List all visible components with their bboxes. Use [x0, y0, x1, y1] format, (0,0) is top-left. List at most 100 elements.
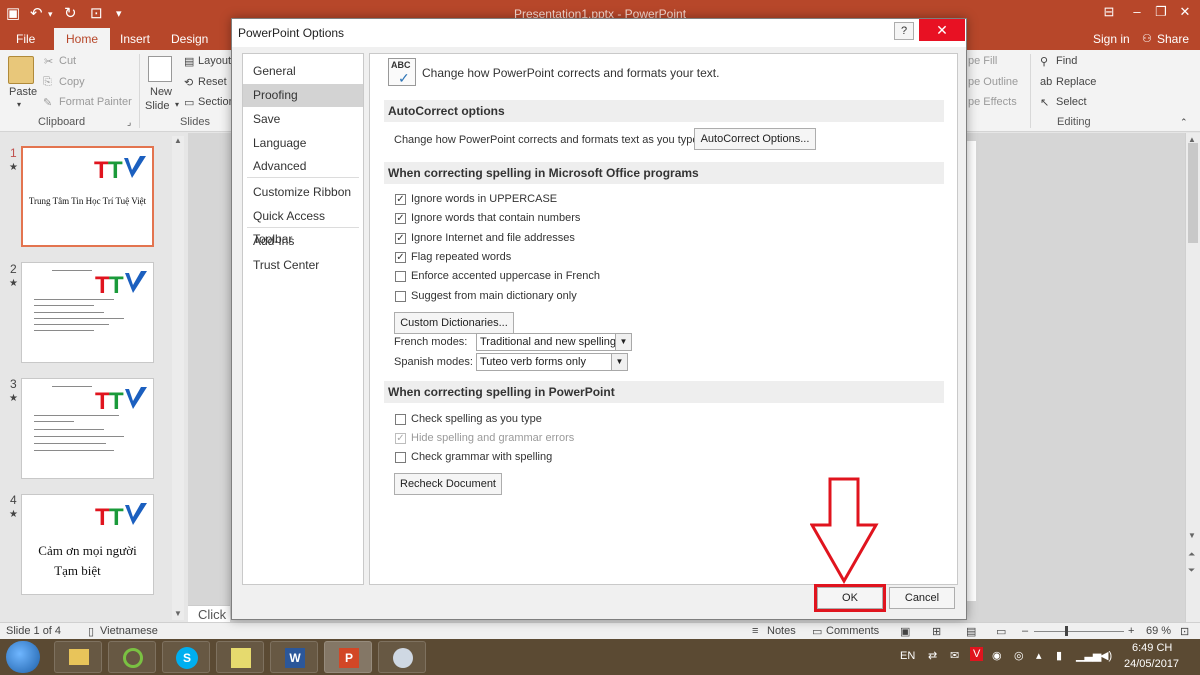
- zoom-slider-thumb[interactable]: [1065, 626, 1068, 636]
- format-painter-icon[interactable]: ✎: [43, 96, 52, 109]
- coccoc-browser-icon[interactable]: [108, 641, 156, 673]
- ignore-uppercase-label[interactable]: Ignore words in UPPERCASE: [411, 193, 557, 205]
- find-icon[interactable]: ⚲: [1040, 55, 1048, 68]
- zalo-icon[interactable]: ◉: [992, 649, 1002, 662]
- nav-advanced[interactable]: Advanced: [243, 155, 363, 178]
- share-icon[interactable]: ⚇: [1142, 32, 1152, 45]
- thumbnail-scrollbar[interactable]: ▲ ▼: [172, 136, 184, 620]
- slide-thumbnail-1[interactable]: T T Trung Tâm Tin Học Trí Tuệ Việt: [21, 146, 154, 247]
- start-button-icon[interactable]: [6, 641, 40, 673]
- clock-date[interactable]: 24/05/2017: [1124, 658, 1179, 670]
- shape-fill-button[interactable]: pe Fill: [968, 55, 997, 67]
- paste-dropdown-icon[interactable]: ▾: [17, 100, 21, 109]
- slideshow-icon[interactable]: ▭: [996, 625, 1006, 638]
- check-grammar-checkbox[interactable]: [395, 452, 406, 463]
- check-grammar-label[interactable]: Check grammar with spelling: [411, 451, 552, 463]
- copy-icon[interactable]: ⎘: [43, 76, 52, 89]
- explorer-icon[interactable]: [54, 641, 102, 673]
- shape-effects-button[interactable]: pe Effects: [968, 96, 1017, 108]
- spellcheck-icon[interactable]: ▯: [88, 625, 94, 638]
- comments-icon[interactable]: ▭: [812, 625, 822, 638]
- recheck-document-button[interactable]: Recheck Document: [394, 473, 502, 495]
- notes-button[interactable]: Notes: [767, 625, 796, 637]
- flag-repeated-checkbox[interactable]: ✓: [395, 252, 406, 263]
- new-slide-icon[interactable]: [148, 56, 172, 82]
- enforce-french-label[interactable]: Enforce accented uppercase in French: [411, 270, 600, 282]
- language-indicator[interactable]: Vietnamese: [100, 625, 158, 637]
- reading-view-icon[interactable]: ▤: [966, 625, 976, 638]
- sticky-notes-icon[interactable]: [216, 641, 264, 673]
- format-painter-button[interactable]: Format Painter: [59, 96, 132, 108]
- input-language[interactable]: EN: [900, 650, 915, 662]
- zoom-in-icon[interactable]: +: [1128, 625, 1134, 637]
- comments-button[interactable]: Comments: [826, 625, 879, 637]
- layout-button[interactable]: Layout: [198, 55, 231, 67]
- collapse-ribbon-icon[interactable]: ⌃: [1180, 117, 1188, 128]
- clock-time[interactable]: 6:49 CH: [1132, 642, 1172, 654]
- scroll-up-icon[interactable]: ▲: [172, 136, 184, 145]
- clipboard-launcher-icon[interactable]: ⌟: [127, 117, 131, 128]
- nav-save[interactable]: Save: [243, 108, 363, 131]
- new-slide-dropdown-icon[interactable]: ▾: [175, 100, 179, 109]
- fit-to-window-icon[interactable]: ⊡: [1180, 625, 1189, 638]
- cut-button[interactable]: Cut: [59, 55, 76, 67]
- volume-icon[interactable]: ◀): [1100, 649, 1112, 662]
- ignore-uppercase-checkbox[interactable]: ✓: [395, 194, 406, 205]
- layout-icon[interactable]: ▤: [184, 55, 194, 68]
- share-button[interactable]: Share: [1157, 32, 1189, 46]
- nav-customize-ribbon[interactable]: Customize Ribbon: [243, 181, 363, 204]
- reset-button[interactable]: Reset: [198, 76, 227, 88]
- main-dictionary-checkbox[interactable]: [395, 291, 406, 302]
- main-dictionary-label[interactable]: Suggest from main dictionary only: [411, 290, 577, 302]
- notes-icon[interactable]: ≡: [752, 625, 758, 637]
- section-button[interactable]: Section: [198, 96, 235, 108]
- ignore-internet-checkbox[interactable]: ✓: [395, 233, 406, 244]
- replace-icon[interactable]: ab: [1040, 76, 1052, 88]
- spanish-modes-select[interactable]: Tuteo verb forms only ▼: [476, 353, 628, 371]
- cancel-button[interactable]: Cancel: [889, 587, 955, 609]
- copy-button[interactable]: Copy: [59, 76, 85, 88]
- word-icon[interactable]: W: [270, 641, 318, 673]
- slide-thumbnail-4[interactable]: T T Cảm ơn mọi người Tạm biệt: [21, 494, 154, 595]
- battery-icon[interactable]: ▮: [1056, 649, 1062, 662]
- replace-button[interactable]: Replace: [1056, 76, 1096, 88]
- slide-thumbnail-3[interactable]: T T: [21, 378, 154, 479]
- teamviewer-icon[interactable]: ⇄: [928, 649, 937, 662]
- scroll-thumb[interactable]: [1188, 143, 1198, 243]
- find-button[interactable]: Find: [1056, 55, 1077, 67]
- normal-view-icon[interactable]: ▣: [900, 625, 910, 638]
- skype-tray-icon[interactable]: ◎: [1014, 649, 1024, 662]
- dialog-close-button[interactable]: ✕: [919, 19, 965, 41]
- scroll-down-icon[interactable]: ▼: [1188, 531, 1196, 540]
- paint-icon[interactable]: [378, 641, 426, 673]
- new-slide-label[interactable]: Slide: [145, 100, 169, 112]
- check-spelling-label[interactable]: Check spelling as you type: [411, 413, 542, 425]
- ignore-numbers-checkbox[interactable]: ✓: [395, 213, 406, 224]
- next-slide-icon[interactable]: ⏷: [1188, 565, 1195, 576]
- slide-sorter-icon[interactable]: ⊞: [932, 625, 941, 638]
- show-hidden-icons[interactable]: ▴: [1036, 649, 1042, 662]
- scroll-down-icon[interactable]: ▼: [172, 609, 184, 618]
- chat-icon[interactable]: ✉: [950, 649, 959, 662]
- unikey-icon[interactable]: V: [970, 647, 984, 661]
- nav-general[interactable]: General: [243, 60, 363, 83]
- french-modes-select[interactable]: Traditional and new spellings ▼: [476, 333, 632, 351]
- custom-dictionaries-button[interactable]: Custom Dictionaries...: [394, 312, 514, 334]
- sign-in-link[interactable]: Sign in: [1093, 32, 1130, 46]
- enforce-french-checkbox[interactable]: [395, 271, 406, 282]
- close-window-icon[interactable]: ✕: [1174, 4, 1196, 20]
- select-icon[interactable]: ↖: [1040, 96, 1049, 109]
- powerpoint-icon[interactable]: P: [324, 641, 372, 673]
- ribbon-display-icon[interactable]: ⊟: [1098, 4, 1120, 20]
- new-slide-button[interactable]: New: [150, 86, 172, 98]
- flag-repeated-label[interactable]: Flag repeated words: [411, 251, 511, 263]
- tab-home[interactable]: Home: [54, 28, 111, 50]
- skype-icon[interactable]: S: [162, 641, 210, 673]
- tab-file[interactable]: File: [16, 32, 35, 46]
- zoom-slider[interactable]: [1034, 631, 1124, 632]
- reset-icon[interactable]: ⟲: [184, 76, 193, 89]
- paste-icon[interactable]: [8, 56, 34, 84]
- nav-quick-access-toolbar[interactable]: Quick Access Toolbar: [243, 205, 363, 246]
- help-button[interactable]: ?: [894, 22, 914, 40]
- ignore-numbers-label[interactable]: Ignore words that contain numbers: [411, 212, 580, 224]
